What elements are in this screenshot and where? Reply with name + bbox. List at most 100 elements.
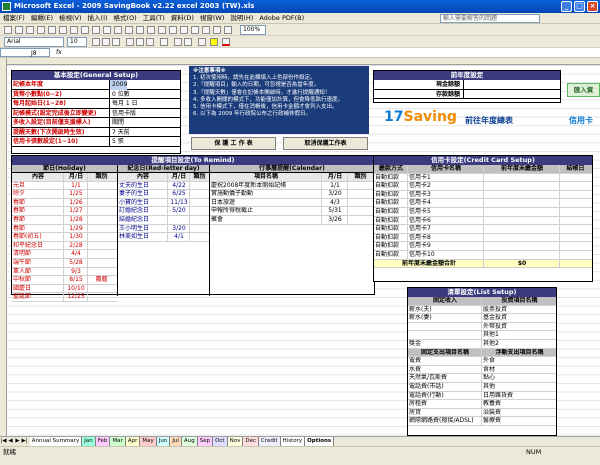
new-file-icon[interactable] xyxy=(4,26,12,34)
sheet-tab[interactable]: Aug xyxy=(181,437,198,446)
holiday-date[interactable]: 1/29 xyxy=(64,224,88,233)
calendar-type[interactable] xyxy=(348,190,372,198)
sheet-tab[interactable]: Jul xyxy=(170,437,182,446)
name-box[interactable]: J8 xyxy=(0,48,50,57)
menu-item[interactable]: 插入(I) xyxy=(85,13,111,24)
calendar-date[interactable]: 3/20 xyxy=(322,190,348,198)
column-headers[interactable] xyxy=(7,58,600,65)
sheet-tab[interactable]: Jun xyxy=(156,437,171,446)
calendar-date[interactable]: 5/31 xyxy=(322,207,348,215)
fixed-expense-item[interactable]: 電費 xyxy=(408,357,482,365)
float-expense-item[interactable]: 醫療費 xyxy=(482,417,556,425)
card-name[interactable]: 信用卡9 xyxy=(408,242,484,250)
card-close-day[interactable] xyxy=(560,208,590,216)
memorial-type[interactable] xyxy=(190,216,208,224)
card-method[interactable]: 自動扣款 xyxy=(374,216,408,225)
setting-value[interactable]: 關閉 xyxy=(110,118,124,128)
card-method[interactable]: 自動扣款 xyxy=(374,199,408,207)
menu-item[interactable]: 格式(O) xyxy=(111,13,140,24)
card-prev-unpaid[interactable] xyxy=(484,199,560,207)
memorial-date[interactable]: 3/20 xyxy=(168,224,190,233)
card-close-day[interactable] xyxy=(560,199,590,207)
spell-check-icon[interactable] xyxy=(81,26,89,34)
float-expense-item[interactable]: 其他 xyxy=(482,383,556,391)
setting-value[interactable]: 0 位數 xyxy=(110,90,130,100)
calendar-item[interactable]: 申報所得稅截止 xyxy=(210,207,322,215)
close-icon[interactable]: × xyxy=(587,1,598,12)
fill-color-icon[interactable] xyxy=(210,38,218,46)
worksheet-grid[interactable]: 基本設定(General Setup) 記帳本年度 2009 貨幣小數點(0~2) 0… xyxy=(7,65,600,436)
holiday-type[interactable] xyxy=(88,207,114,215)
holiday-type[interactable] xyxy=(88,259,114,267)
memorial-date[interactable]: 11/13 xyxy=(168,198,190,207)
holiday-type[interactable]: 農曆 xyxy=(88,276,114,284)
card-name[interactable]: 信用卡10 xyxy=(408,250,484,259)
fixed-expense-item[interactable]: 電話費(行動) xyxy=(408,391,482,400)
font-name-select[interactable]: Arial xyxy=(4,37,64,47)
undo-icon[interactable] xyxy=(147,26,155,34)
percent-icon[interactable] xyxy=(184,38,192,46)
sheet-tab[interactable]: May xyxy=(140,437,157,446)
fixed-expense-item[interactable]: 房貸 xyxy=(408,408,482,417)
card-method[interactable]: 自動扣款 xyxy=(374,190,408,199)
sort-asc-icon[interactable] xyxy=(191,26,199,34)
calendar-type[interactable] xyxy=(348,207,372,215)
hyperlink-icon[interactable] xyxy=(169,26,177,34)
sheet-tab[interactable]: Credit xyxy=(258,437,281,446)
holiday-date[interactable]: 9/3 xyxy=(64,267,88,276)
holiday-date[interactable]: 1/28 xyxy=(64,215,88,224)
last-sheet-icon[interactable]: ▶| xyxy=(21,437,28,446)
credit-card-link[interactable]: 信用卡 xyxy=(569,115,593,126)
print-preview-icon[interactable] xyxy=(70,26,78,34)
memorial-date[interactable]: 6/25 xyxy=(168,190,190,198)
card-method[interactable]: 自動扣款 xyxy=(374,225,408,233)
calendar-date[interactable]: 4/3 xyxy=(322,198,348,207)
card-name[interactable]: 信用卡4 xyxy=(408,199,484,207)
holiday-type[interactable] xyxy=(88,225,114,233)
card-method[interactable]: 自動扣款 xyxy=(374,173,408,182)
float-expense-item[interactable]: 食材 xyxy=(482,366,556,374)
card-prev-unpaid[interactable] xyxy=(484,173,560,182)
merge-center-icon[interactable] xyxy=(160,38,168,46)
borders-icon[interactable] xyxy=(198,38,206,46)
calendar-item[interactable]: 實施動儀子勤動 xyxy=(210,190,322,198)
row-headers[interactable] xyxy=(0,58,7,436)
card-method[interactable]: 自動扣款 xyxy=(374,182,408,190)
protect-sheet-button[interactable]: 保 護 工 作 表 xyxy=(191,137,276,150)
card-method[interactable]: 自動扣款 xyxy=(374,250,408,259)
holiday-name[interactable]: 春節(初五) xyxy=(12,233,64,241)
sort-desc-icon[interactable] xyxy=(202,26,210,34)
card-name[interactable]: 信用卡7 xyxy=(408,225,484,233)
maximize-icon[interactable]: □ xyxy=(574,1,585,12)
bold-icon[interactable] xyxy=(92,38,100,46)
italic-icon[interactable] xyxy=(102,38,110,46)
holiday-date[interactable]: 1/25 xyxy=(64,190,88,198)
fixed-expense-item[interactable]: 天然氣/瓦斯費 xyxy=(408,374,482,382)
fixed-income-item[interactable]: 獎金 xyxy=(408,339,482,348)
float-expense-item[interactable]: 教養費 xyxy=(482,400,556,408)
next-sheet-icon[interactable]: ▶ xyxy=(14,437,21,446)
holiday-date[interactable]: 10/10 xyxy=(64,284,88,293)
invest-item[interactable]: 其他2 xyxy=(482,340,556,348)
memorial-type[interactable] xyxy=(190,225,208,233)
fixed-expense-item[interactable]: 水費 xyxy=(408,365,482,374)
holiday-name[interactable]: 和平紀念日 xyxy=(12,241,64,250)
card-prev-unpaid[interactable] xyxy=(484,242,560,250)
memorial-type[interactable] xyxy=(190,233,208,241)
holiday-name[interactable]: 除夕 xyxy=(12,190,64,198)
holiday-date[interactable]: 1/1 xyxy=(64,181,88,190)
holiday-type[interactable] xyxy=(88,250,114,258)
holiday-date[interactable]: 5/28 xyxy=(64,258,88,267)
card-name[interactable]: 信用卡1 xyxy=(408,173,484,182)
setting-value[interactable]: 7 天前 xyxy=(110,128,130,138)
memorial-date[interactable] xyxy=(168,215,190,224)
invest-item[interactable]: 外幣投資 xyxy=(482,323,556,331)
holiday-date[interactable]: 2/28 xyxy=(64,241,88,250)
holiday-type[interactable] xyxy=(88,190,114,198)
holiday-name[interactable]: 聖誕節 xyxy=(12,293,64,301)
fixed-income-item[interactable] xyxy=(408,322,482,331)
email-icon[interactable] xyxy=(48,26,56,34)
card-name[interactable]: 信用卡2 xyxy=(408,182,484,190)
card-method[interactable]: 自動扣款 xyxy=(374,233,408,242)
zoom-select[interactable]: 100% xyxy=(240,25,266,35)
